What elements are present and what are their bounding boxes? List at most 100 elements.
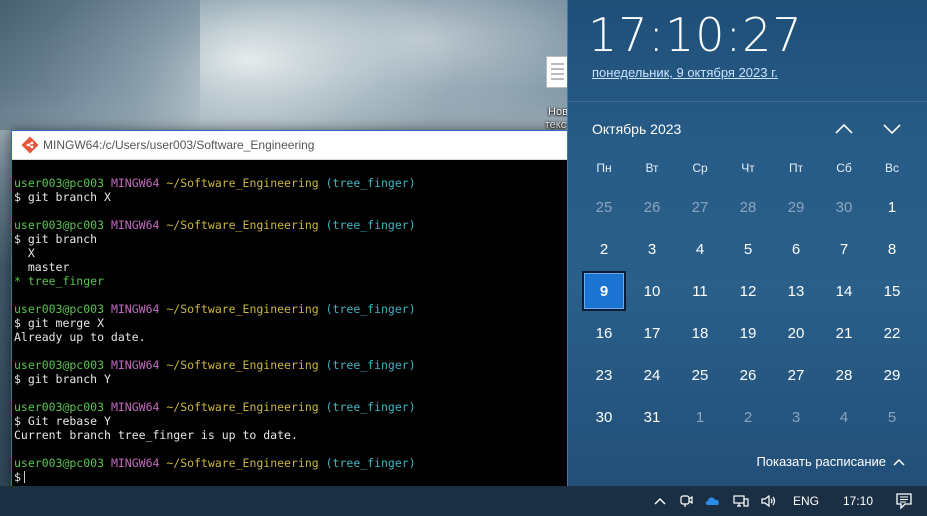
terminal-output-line: master <box>14 260 568 274</box>
calendar-day[interactable]: 29 <box>868 354 916 396</box>
calendar-day[interactable]: 3 <box>772 396 820 438</box>
calendar-day[interactable]: 6 <box>772 228 820 270</box>
flyout-divider <box>568 101 927 102</box>
show-hidden-icons-button[interactable] <box>647 486 673 516</box>
show-schedule-button[interactable]: Показать расписание <box>756 454 906 469</box>
terminal-command-line: $ git branch <box>14 232 568 246</box>
terminal-command-line: $ git branch X <box>14 190 568 204</box>
terminal-output-text: Current branch tree_finger is up to date… <box>14 428 298 442</box>
calendar-weekday: Ср <box>692 161 708 175</box>
calendar-day[interactable]: 19 <box>724 312 772 354</box>
terminal-output-line: Already up to date. <box>14 330 568 344</box>
volume-button[interactable] <box>755 486 783 516</box>
calendar-prev-month-button[interactable] <box>832 118 856 140</box>
calendar-day[interactable]: 1 <box>868 186 916 228</box>
meet-now-button[interactable] <box>673 486 699 516</box>
terminal-command: $ git branch <box>14 232 98 246</box>
onedrive-button[interactable] <box>699 486 727 516</box>
calendar-day[interactable]: 15 <box>868 270 916 312</box>
calendar-day[interactable]: 27 <box>772 354 820 396</box>
calendar-day[interactable]: 30 <box>580 396 628 438</box>
terminal-command: $ <box>14 470 21 484</box>
network-button[interactable] <box>727 486 755 516</box>
calendar-day[interactable]: 26 <box>724 354 772 396</box>
calendar-day[interactable]: 7 <box>820 228 868 270</box>
wallpaper-shading <box>0 0 200 130</box>
calendar-day[interactable]: 22 <box>868 312 916 354</box>
prompt-path: ~/Software_Engineering <box>166 218 319 232</box>
flyout-date-link[interactable]: понедельник, 9 октября 2023 г. <box>592 65 778 80</box>
calendar-day[interactable]: 16 <box>580 312 628 354</box>
calendar-month-label[interactable]: Октябрь 2023 <box>592 121 681 137</box>
terminal-prompt-line: user003@pc003 MINGW64 ~/Software_Enginee… <box>14 456 568 470</box>
prompt-user: user003@pc003 <box>14 302 105 316</box>
calendar-day[interactable]: 29 <box>772 186 820 228</box>
terminal-command-line: $ git merge X <box>14 316 568 330</box>
prompt-shell: MINGW64 <box>110 456 160 470</box>
calendar-day[interactable]: 17 <box>628 312 676 354</box>
network-icon <box>733 495 749 507</box>
terminal-output-line: X <box>14 246 568 260</box>
prompt-user: user003@pc003 <box>14 456 105 470</box>
calendar-day[interactable]: 1 <box>676 396 724 438</box>
calendar-day[interactable]: 21 <box>820 312 868 354</box>
notification-icon <box>896 493 912 510</box>
calendar-day[interactable]: 13 <box>772 270 820 312</box>
calendar-day[interactable]: 30 <box>820 186 868 228</box>
terminal-output-text: X <box>14 246 35 260</box>
calendar-day[interactable]: 25 <box>676 354 724 396</box>
prompt-shell: MINGW64 <box>110 218 160 232</box>
prompt-branch: (tree_finger) <box>325 400 416 414</box>
calendar-day[interactable]: 28 <box>820 354 868 396</box>
onedrive-cloud-icon <box>705 497 719 505</box>
calendar-day[interactable]: 24 <box>628 354 676 396</box>
calendar-day[interactable]: 20 <box>772 312 820 354</box>
terminal-titlebar[interactable]: MINGW64:/c/Users/user003/Software_Engine… <box>12 131 568 160</box>
terminal-window[interactable]: MINGW64:/c/Users/user003/Software_Engine… <box>11 130 569 487</box>
calendar-day[interactable]: 28 <box>724 186 772 228</box>
system-tray: ENG 17:10 <box>647 486 927 516</box>
calendar-day[interactable]: 31 <box>628 396 676 438</box>
terminal-prompt-line: user003@pc003 MINGW64 ~/Software_Enginee… <box>14 176 568 190</box>
calendar-day[interactable]: 3 <box>628 228 676 270</box>
chevron-up-icon <box>835 123 853 134</box>
calendar-day[interactable]: 8 <box>868 228 916 270</box>
prompt-path: ~/Software_Engineering <box>166 302 319 316</box>
calendar-day[interactable]: 23 <box>580 354 628 396</box>
prompt-branch: (tree_finger) <box>325 302 416 316</box>
calendar-day[interactable]: 14 <box>820 270 868 312</box>
prompt-user: user003@pc003 <box>14 218 105 232</box>
input-language-button[interactable]: ENG <box>783 486 829 516</box>
prompt-user: user003@pc003 <box>14 176 105 190</box>
calendar-day[interactable]: 11 <box>676 270 724 312</box>
calendar-day[interactable]: 25 <box>580 186 628 228</box>
terminal-prompt-line: user003@pc003 MINGW64 ~/Software_Enginee… <box>14 302 568 316</box>
calendar-day[interactable]: 10 <box>628 270 676 312</box>
calendar-day[interactable]: 5 <box>868 396 916 438</box>
calendar-next-month-button[interactable] <box>880 118 904 140</box>
calendar-day[interactable]: 5 <box>724 228 772 270</box>
calendar-weekday: Пт <box>788 161 804 175</box>
calendar-day[interactable]: 4 <box>820 396 868 438</box>
taskbar-clock[interactable]: 17:10 <box>829 486 887 516</box>
calendar-day[interactable]: 18 <box>676 312 724 354</box>
calendar-day[interactable]: 2 <box>724 396 772 438</box>
prompt-shell: MINGW64 <box>110 176 160 190</box>
terminal-output-text: Already up to date. <box>14 330 146 344</box>
prompt-branch: (tree_finger) <box>325 218 416 232</box>
terminal-command-line: $ git branch Y <box>14 372 568 386</box>
prompt-shell: MINGW64 <box>110 302 160 316</box>
calendar-day[interactable]: 2 <box>580 228 628 270</box>
calendar-day[interactable]: 12 <box>724 270 772 312</box>
action-center-button[interactable] <box>887 486 927 516</box>
terminal-output[interactable]: user003@pc003 MINGW64 ~/Software_Enginee… <box>12 160 568 484</box>
calendar-day[interactable]: 27 <box>676 186 724 228</box>
calendar-day[interactable]: 26 <box>628 186 676 228</box>
calendar-day[interactable]: 4 <box>676 228 724 270</box>
terminal-prompt-line: user003@pc003 MINGW64 ~/Software_Enginee… <box>14 358 568 372</box>
volume-icon <box>761 494 776 508</box>
calendar-day-today[interactable]: 9 <box>582 271 626 311</box>
